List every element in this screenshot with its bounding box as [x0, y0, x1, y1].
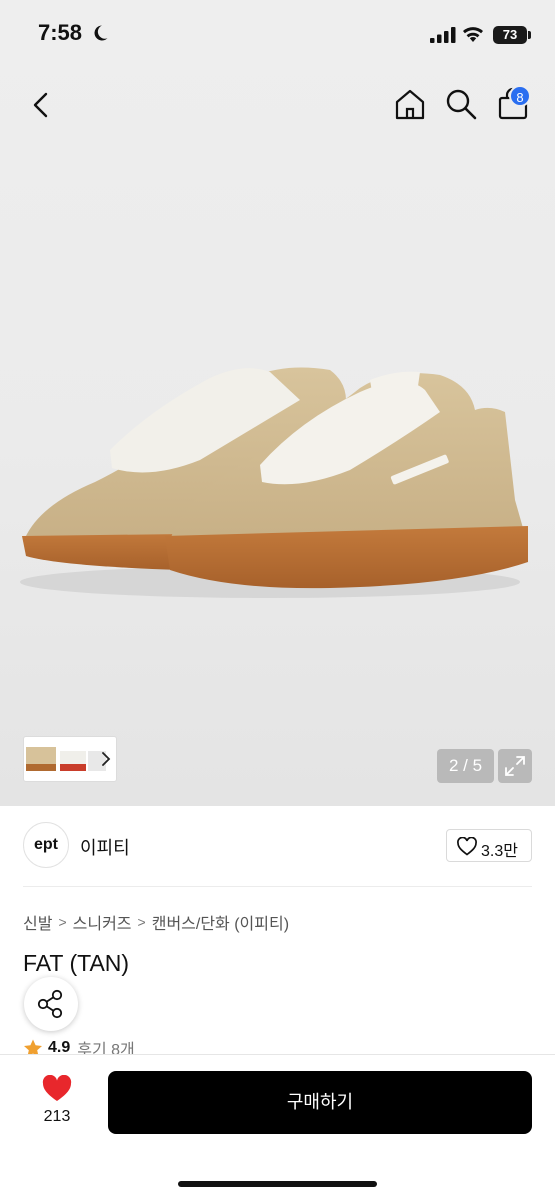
heart-filled-icon[interactable] — [42, 1075, 72, 1102]
battery-indicator: 73 — [493, 26, 527, 44]
chevron-right-icon[interactable] — [96, 736, 116, 782]
status-time: 7:58 — [38, 20, 83, 45]
home-indicator — [178, 1181, 377, 1187]
status-bar: 7:58 73 — [0, 0, 555, 70]
battery-tip — [528, 31, 531, 39]
expand-icon[interactable] — [498, 749, 532, 783]
chevron-left-icon[interactable] — [26, 88, 56, 122]
chevron-right-icon: > — [58, 914, 67, 930]
buy-button[interactable]: 구매하기 — [108, 1071, 532, 1134]
share-icon[interactable] — [24, 977, 78, 1031]
page-counter: 2 / 5 — [437, 749, 494, 783]
brand-logo[interactable]: ept — [23, 822, 69, 868]
breadcrumb-item[interactable]: 신발 — [23, 910, 52, 934]
signal-icon — [430, 27, 456, 43]
chevron-right-icon: > — [137, 914, 146, 930]
brand-like-count: 3.3만 — [481, 843, 518, 860]
wifi-icon — [463, 27, 483, 42]
brand-name[interactable]: 이피티 — [80, 834, 130, 860]
breadcrumb-item[interactable]: 캔버스/단화 (이피티) — [152, 910, 289, 934]
heart-outline-icon — [457, 837, 477, 856]
breadcrumb-item[interactable]: 스니커즈 — [73, 910, 132, 934]
cart-badge: 8 — [509, 85, 531, 107]
search-icon[interactable] — [444, 87, 478, 121]
product-hero: 7:58 73 8 2 / 5 — [0, 0, 555, 806]
brand-like-button[interactable]: 3.3만 — [446, 829, 532, 862]
product-image[interactable] — [0, 300, 555, 630]
breadcrumb: 신발 > 스니커즈 > 캔버스/단화 (이피티) — [23, 911, 289, 933]
moon-icon — [94, 25, 108, 41]
home-icon[interactable] — [393, 87, 427, 121]
product-title: FAT (TAN) — [23, 950, 130, 976]
wish-count: 213 — [43, 1108, 71, 1125]
divider — [23, 886, 532, 887]
